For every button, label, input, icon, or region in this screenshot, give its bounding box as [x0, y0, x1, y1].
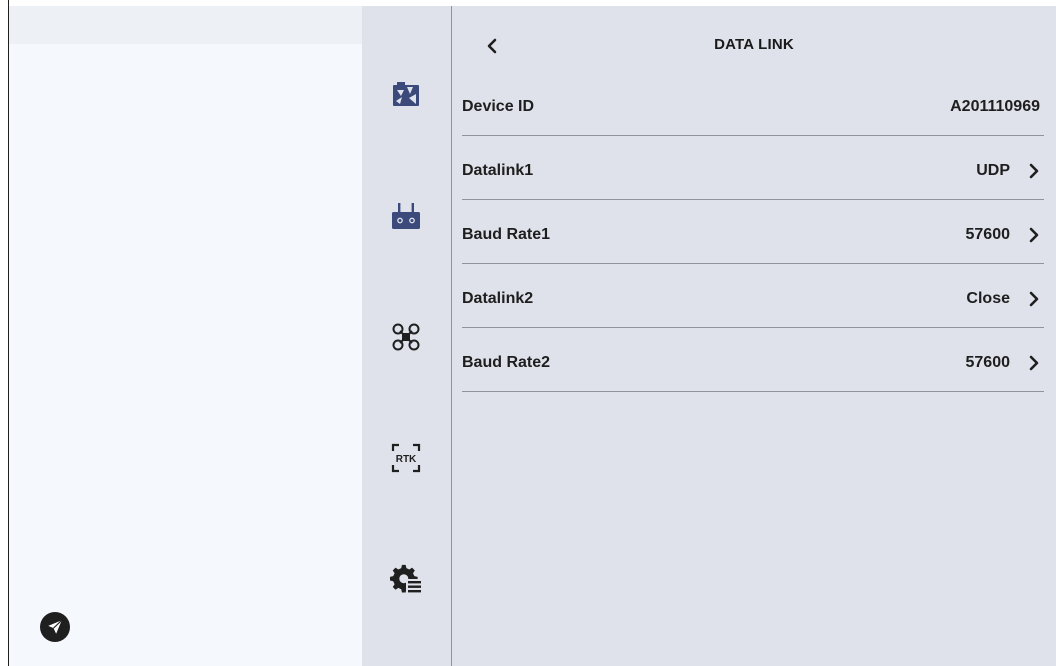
page-title: DATA LINK	[714, 36, 794, 53]
rail-item-controller[interactable]	[390, 200, 422, 232]
rail-item-rtk[interactable]: RTK	[390, 442, 422, 474]
row-baud-rate1[interactable]: Baud Rate1 57600	[462, 201, 1044, 264]
row-label: Datalink2	[462, 290, 534, 307]
chevron-right-icon	[1029, 291, 1039, 307]
row-device-id: Device ID A201110969	[462, 73, 1044, 136]
left-pane	[9, 6, 362, 666]
svg-text:RTK: RTK	[396, 454, 417, 465]
chevron-right-icon	[1029, 227, 1039, 243]
row-label: Datalink1	[462, 162, 534, 179]
row-label: Baud Rate2	[462, 354, 551, 371]
camera-settings-icon	[393, 82, 419, 106]
row-value: A201110969	[950, 98, 1040, 115]
row-value: Close	[966, 290, 1010, 307]
paper-plane-icon	[48, 619, 63, 634]
send-button[interactable]	[40, 612, 70, 642]
left-pane-header	[9, 6, 362, 44]
rail-item-aircraft[interactable]	[390, 321, 422, 353]
system-settings-icon	[390, 564, 422, 594]
data-link-panel: DATA LINK Device ID A201110969 Datalink1…	[452, 6, 1056, 666]
row-datalink2[interactable]: Datalink2 Close	[462, 265, 1044, 328]
chevron-right-icon	[1029, 163, 1039, 179]
row-value: 57600	[965, 226, 1011, 243]
row-label: Device ID	[462, 98, 535, 115]
row-value: UDP	[976, 162, 1010, 179]
remote-controller-icon	[392, 203, 420, 229]
drone-icon	[392, 323, 420, 351]
chevron-right-icon	[1029, 355, 1039, 371]
rtk-icon: RTK	[391, 443, 421, 473]
row-baud-rate2[interactable]: Baud Rate2 57600	[462, 329, 1044, 392]
row-datalink1[interactable]: Datalink1 UDP	[462, 137, 1044, 200]
settings-icon-rail: RTK	[362, 6, 451, 666]
rail-item-system[interactable]	[390, 563, 422, 595]
row-label: Baud Rate1	[462, 226, 551, 243]
rail-item-camera[interactable]	[390, 79, 422, 111]
row-value: 57600	[965, 354, 1011, 371]
